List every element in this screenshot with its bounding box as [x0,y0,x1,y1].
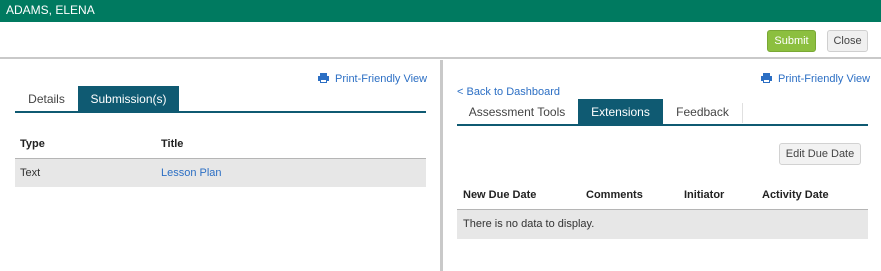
panel-divider[interactable] [440,60,443,271]
row-type-cell: Text [20,167,41,179]
col-header-activity-date: Activity Date [762,189,829,201]
tab-submissions[interactable]: Submission(s) [78,86,179,112]
tab-details[interactable]: Details [15,86,78,112]
col-header-new-due-date: New Due Date [463,189,537,201]
col-header-title: Title [161,138,184,150]
printer-icon [318,73,329,83]
edit-due-date-button[interactable]: Edit Due Date [779,143,861,165]
left-tab-underline [15,111,426,113]
tab-feedback[interactable]: Feedback [663,99,742,125]
lesson-plan-link[interactable]: Lesson Plan [161,167,222,179]
back-to-dashboard-link[interactable]: < Back to Dashboard [457,86,560,98]
right-tab-underline [457,124,868,126]
col-header-type: Type [20,138,45,150]
student-name: ADAMS, ELENA [6,3,95,17]
tab-extensions[interactable]: Extensions [578,99,663,125]
action-bar [0,22,881,59]
printer-icon [761,73,772,83]
close-button[interactable]: Close [827,30,868,52]
col-header-initiator: Initiator [684,189,725,201]
left-print-friendly-link[interactable]: Print-Friendly View [318,73,427,85]
right-print-friendly-link[interactable]: Print-Friendly View [761,73,870,85]
submit-button[interactable]: Submit [767,30,816,52]
right-print-label: Print-Friendly View [778,73,871,85]
top-bar: ADAMS, ELENA [0,0,881,22]
empty-table-message: There is no data to display. [463,218,595,230]
tab-assessment-tools[interactable]: Assessment Tools [457,99,577,125]
col-header-comments: Comments [586,189,643,201]
left-print-label: Print-Friendly View [335,73,428,85]
tab-separator [742,103,743,123]
